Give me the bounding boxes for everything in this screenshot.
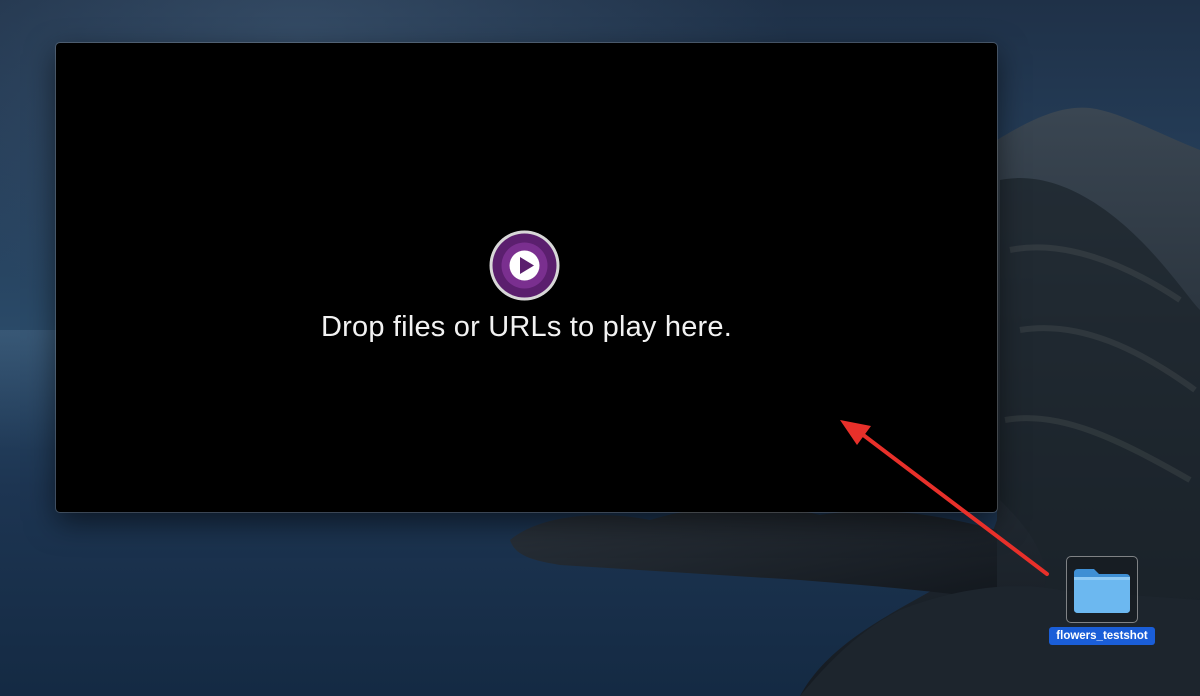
desktop-folder-item[interactable]: flowers_testshot xyxy=(1049,556,1157,648)
folder-label[interactable]: flowers_testshot xyxy=(1049,627,1155,645)
drop-zone[interactable]: Drop files or URLs to play here. xyxy=(56,43,997,512)
drop-hint-text: Drop files or URLs to play here. xyxy=(321,311,732,343)
folder-icon xyxy=(1074,569,1130,613)
media-player-window[interactable]: Drop files or URLs to play here. xyxy=(56,43,997,512)
folder-selection-box[interactable] xyxy=(1066,556,1138,623)
play-logo-icon xyxy=(488,229,561,302)
